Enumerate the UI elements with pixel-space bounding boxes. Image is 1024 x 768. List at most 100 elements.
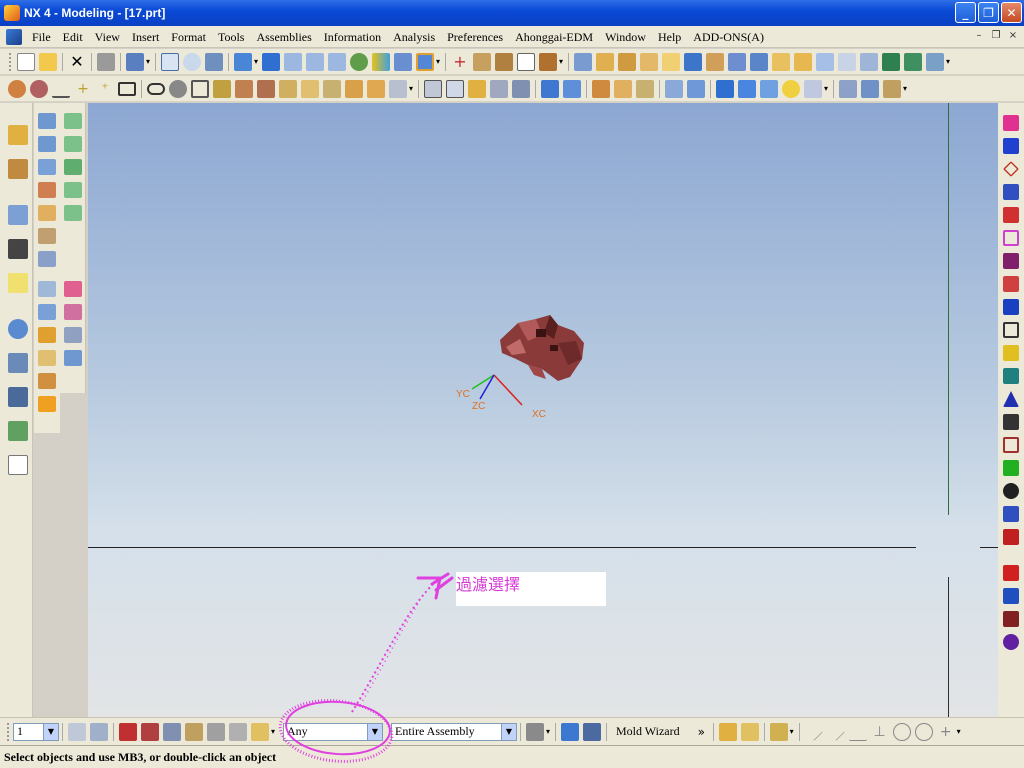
green-feature-icon[interactable] (882, 52, 900, 71)
blue-block-icon[interactable] (1003, 138, 1019, 154)
layout-icon[interactable] (424, 79, 442, 98)
move-layer-icon[interactable] (468, 79, 486, 98)
orient-wcs-icon[interactable] (512, 79, 530, 98)
quick-tool-icon[interactable] (1003, 115, 1019, 131)
sphere-render-icon[interactable] (350, 52, 368, 71)
chamfer-icon[interactable] (63, 304, 82, 320)
open-folder-icon[interactable] (39, 52, 57, 71)
point-icon[interactable]: + (451, 52, 469, 71)
history-icon[interactable] (8, 319, 28, 339)
menu-insert[interactable]: Insert (126, 27, 165, 47)
chevron-down-icon[interactable]: ▼ (501, 723, 516, 740)
restore-button[interactable]: ❐ (978, 2, 999, 23)
select-body-icon[interactable] (207, 722, 225, 741)
sphere-icon[interactable] (782, 79, 800, 98)
color-palette-icon[interactable] (372, 52, 390, 71)
application-label[interactable]: Mold Wizard (616, 724, 680, 739)
bounded-plane-icon[interactable] (38, 304, 56, 320)
menu-assemblies[interactable]: Assemblies (250, 27, 317, 47)
extrude-icon[interactable] (574, 52, 592, 71)
red-curve-icon[interactable] (1003, 529, 1019, 545)
diamond-icon-3[interactable] (63, 159, 82, 175)
training-icon[interactable] (8, 239, 28, 259)
more-tools-icon[interactable]: » (698, 725, 710, 739)
part-model[interactable] (500, 315, 584, 381)
extension-icon[interactable] (38, 251, 56, 267)
chevron-down-icon[interactable]: ▾ (409, 84, 415, 93)
doc-close-button[interactable]: × (1006, 29, 1020, 43)
type-filter-combo[interactable]: Any ▼ (283, 722, 383, 741)
purple-block-icon[interactable] (1003, 253, 1019, 269)
chevron-down-icon[interactable]: ▼ (367, 723, 382, 740)
red-slash-icon[interactable] (1003, 565, 1019, 581)
multi-point-icon[interactable]: ⁺ (96, 80, 114, 98)
join-curve-icon[interactable] (257, 79, 275, 98)
snap-mid-icon[interactable] (826, 722, 845, 741)
select-feature-icon[interactable] (163, 722, 181, 741)
process-studio-icon[interactable] (8, 387, 28, 407)
snap-end-icon[interactable] (804, 722, 823, 741)
new-component-icon[interactable] (718, 722, 737, 741)
pad-icon[interactable] (728, 52, 746, 71)
fillet-icon[interactable] (495, 52, 513, 71)
menu-tools[interactable]: Tools (212, 27, 251, 47)
boss-icon[interactable] (684, 52, 702, 71)
wcs-icon[interactable] (490, 79, 508, 98)
work-layer-combo[interactable]: 1 ▼ (13, 722, 59, 741)
new-file-icon[interactable] (17, 52, 35, 71)
hole-icon[interactable] (662, 52, 680, 71)
wrap-curve-icon[interactable] (389, 79, 407, 98)
menu-add-ons[interactable]: ADD-ONS(A) (687, 27, 770, 47)
select-tool-icon[interactable] (526, 722, 544, 741)
right-view-icon[interactable] (328, 52, 346, 71)
thicken-icon[interactable] (38, 396, 56, 412)
edit-object-display-icon[interactable] (126, 52, 144, 71)
extract-curve-icon[interactable] (367, 79, 385, 98)
paperclip-icon[interactable] (769, 722, 788, 741)
surface-icon[interactable] (38, 113, 56, 129)
reuse-library-icon[interactable] (8, 205, 28, 225)
hook-icon[interactable] (1003, 611, 1019, 627)
mold-tool-icon[interactable] (583, 722, 601, 741)
purple-oval-icon[interactable] (1003, 634, 1019, 650)
analysis-icon[interactable] (883, 79, 901, 98)
box-icon[interactable] (665, 79, 683, 98)
menu-information[interactable]: Information (318, 27, 387, 47)
sweep-icon[interactable] (640, 52, 658, 71)
doc-minimize-button[interactable]: – (972, 29, 986, 43)
diamond-icon-4[interactable] (63, 182, 82, 198)
snap-center-icon[interactable] (892, 722, 911, 741)
face-icon[interactable] (839, 79, 857, 98)
through-mesh-icon[interactable] (38, 159, 56, 175)
menu-edit[interactable]: Edit (57, 27, 89, 47)
chevron-down-icon[interactable]: ▾ (946, 57, 952, 66)
cross-frame-icon[interactable] (1003, 437, 1019, 453)
ruled-icon[interactable] (38, 205, 56, 221)
black-block-icon[interactable] (1003, 483, 1019, 499)
cone-icon[interactable] (760, 79, 778, 98)
unite-icon[interactable] (904, 52, 922, 71)
cylinder-icon[interactable] (687, 79, 705, 98)
chevron-down-icon[interactable]: ▾ (271, 727, 277, 736)
system-materials-icon[interactable] (8, 353, 28, 373)
sketch-icon[interactable] (8, 79, 26, 98)
delete-icon[interactable]: ✕ (68, 52, 86, 71)
solid-cylinder-icon[interactable] (738, 79, 756, 98)
blue-slash-icon[interactable] (1003, 588, 1019, 604)
blank-panel-icon[interactable] (8, 455, 28, 475)
chevron-down-icon[interactable]: ▾ (146, 57, 152, 66)
doc-restore-button[interactable]: ❐ (989, 29, 1003, 43)
document-icon[interactable] (6, 28, 22, 45)
menu-analysis[interactable]: Analysis (387, 27, 441, 47)
close-button[interactable]: ✕ (1001, 2, 1022, 23)
parting-icon[interactable] (592, 79, 610, 98)
blue-cube-icon[interactable] (1003, 299, 1019, 315)
warning-base-icon[interactable] (1003, 345, 1019, 361)
chevron-down-icon[interactable]: ▾ (957, 727, 963, 736)
chevron-down-icon[interactable]: ▾ (790, 727, 796, 736)
fit-icon[interactable] (161, 52, 179, 71)
helix-icon[interactable] (169, 79, 187, 98)
select-face-icon[interactable] (185, 722, 203, 741)
layer-settings-icon[interactable] (446, 79, 464, 98)
mold-init-icon[interactable] (541, 79, 559, 98)
